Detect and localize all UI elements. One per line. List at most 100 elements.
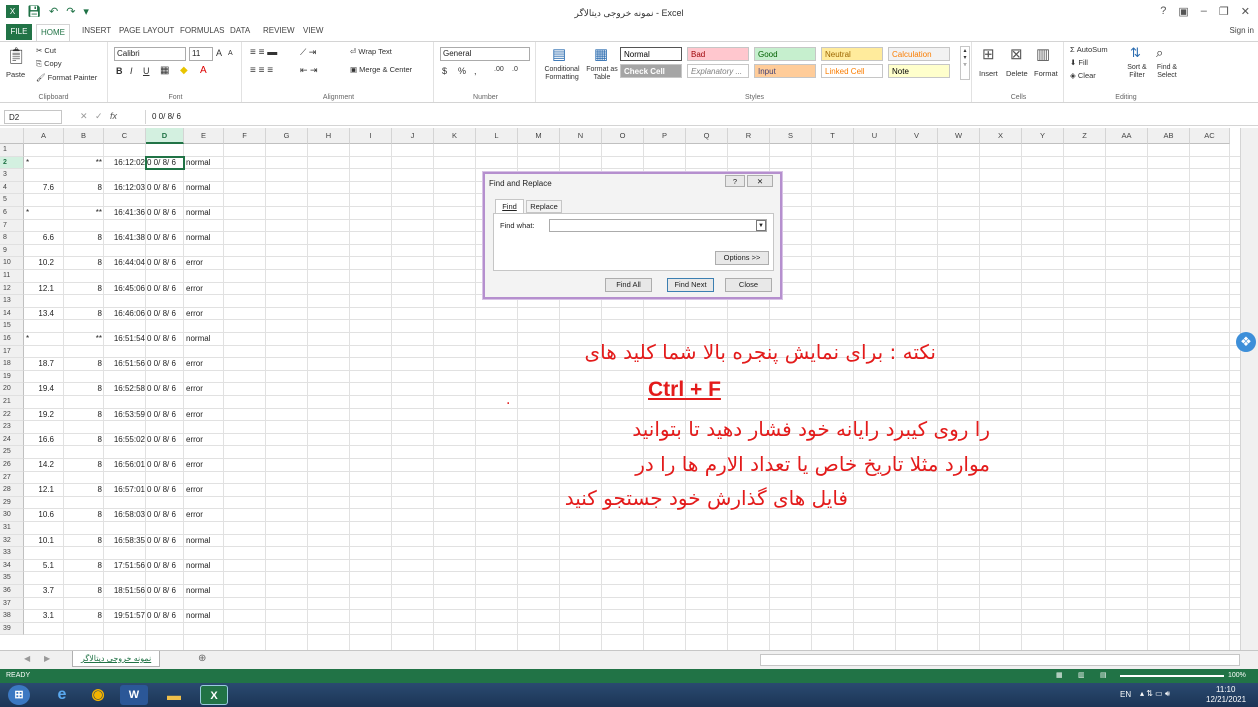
cell-b[interactable]: 8 — [64, 409, 104, 422]
column-header[interactable]: T — [812, 128, 854, 144]
currency-button[interactable]: $ — [442, 66, 447, 76]
merge-center-button[interactable]: ▣ Merge & Center — [350, 65, 412, 74]
align-top-icon[interactable]: ≡ ≡ ▬ — [250, 47, 277, 58]
format-as-table-button[interactable]: Format as Table — [586, 66, 618, 82]
excel-taskbar-icon[interactable]: X — [200, 685, 228, 705]
cell-c[interactable]: 18:51:56 — [104, 585, 146, 598]
row-header[interactable]: 17 — [0, 345, 24, 359]
row-header[interactable]: 13 — [0, 295, 24, 308]
row-header[interactable]: 25 — [0, 446, 24, 459]
dropbox-icon[interactable]: ❖ — [1236, 332, 1256, 352]
cell-e[interactable]: error — [184, 358, 224, 371]
column-header[interactable]: F — [224, 128, 266, 144]
cell-style-check-cell[interactable]: Check Cell — [620, 64, 682, 78]
cell-a[interactable]: 5.1 — [24, 560, 64, 573]
cell-b[interactable]: 8 — [64, 182, 104, 195]
dialog-close-x-button[interactable]: ✕ — [747, 175, 773, 187]
cell-e[interactable]: normal — [184, 333, 224, 346]
cell-e[interactable]: error — [184, 484, 224, 497]
cell-style-good[interactable]: Good — [754, 47, 816, 61]
column-header[interactable]: Y — [1022, 128, 1064, 144]
cell-d[interactable]: 0 0/ 8/ 6 — [146, 585, 184, 598]
insert-cells-icon[interactable]: ⊞ — [982, 45, 995, 63]
cell-b[interactable]: 8 — [64, 257, 104, 270]
cell-a[interactable]: 16.6 — [24, 434, 64, 447]
cell-c[interactable]: 16:44:04 — [104, 257, 146, 270]
font-name-select[interactable]: Calibri — [114, 47, 186, 61]
find-tab[interactable]: Find — [495, 199, 524, 213]
column-header[interactable]: O — [602, 128, 644, 144]
minimize-button[interactable]: – — [1201, 5, 1207, 18]
cell-a[interactable]: 19.4 — [24, 383, 64, 396]
cell-b[interactable]: 8 — [64, 459, 104, 472]
cell-e[interactable]: error — [184, 283, 224, 296]
row-header[interactable]: 11 — [0, 270, 24, 283]
cell-a[interactable]: 10.6 — [24, 509, 64, 522]
delete-cells-icon[interactable]: ⊠ — [1010, 45, 1023, 63]
cell-a[interactable]: 10.2 — [24, 257, 64, 270]
tab-insert[interactable]: INSERT — [82, 26, 111, 35]
format-painter-button[interactable]: 🖌︎ Format Painter — [36, 73, 97, 82]
row-header[interactable]: 21 — [0, 396, 24, 409]
sort-filter-button[interactable]: Sort & Filter — [1122, 64, 1152, 80]
cell-d[interactable]: 0 0/ 8/ 6 — [146, 383, 184, 396]
tab-review[interactable]: REVIEW — [263, 26, 295, 35]
cell-style-normal[interactable]: Normal — [620, 47, 682, 61]
cell-c[interactable]: 17:51:56 — [104, 560, 146, 573]
cell-e[interactable]: error — [184, 409, 224, 422]
cell-d[interactable]: 0 0/ 8/ 6 — [146, 283, 184, 296]
column-header[interactable]: W — [938, 128, 980, 144]
cell-c[interactable]: 16:12:02 — [104, 157, 146, 170]
zoom-slider[interactable] — [1120, 675, 1224, 677]
cell-d[interactable]: 0 0/ 8/ 6 — [146, 610, 184, 623]
row-header[interactable]: 38 — [0, 610, 24, 623]
percent-button[interactable]: % — [458, 66, 466, 76]
cell-c[interactable]: 16:52:58 — [104, 383, 146, 396]
row-header[interactable]: 12 — [0, 282, 24, 296]
column-header[interactable]: H — [308, 128, 350, 144]
row-header[interactable]: 19 — [0, 370, 24, 384]
row-header[interactable]: 16 — [0, 333, 24, 346]
cell-c[interactable]: 19:51:57 — [104, 610, 146, 623]
zoom-level[interactable]: 100% — [1228, 669, 1246, 683]
column-header[interactable]: D — [146, 128, 184, 144]
fill-button[interactable]: ⬇ Fill — [1070, 58, 1088, 67]
restore-button[interactable]: ❐ — [1219, 5, 1229, 18]
cell-d[interactable]: 0 0/ 8/ 6 — [146, 308, 184, 321]
cell-b[interactable]: 8 — [64, 383, 104, 396]
normal-view-icon[interactable]: ▦ — [1056, 669, 1063, 683]
font-size-select[interactable]: 11 — [189, 47, 213, 61]
cell-a[interactable]: * — [24, 207, 64, 220]
insert-button[interactable]: Insert — [979, 69, 998, 78]
column-header[interactable]: P — [644, 128, 686, 144]
cancel-formula-icon[interactable]: ✕ — [80, 111, 88, 122]
cell-c[interactable]: 16:51:56 — [104, 358, 146, 371]
cell-d[interactable]: 0 0/ 8/ 6 — [146, 333, 184, 346]
replace-tab[interactable]: Replace — [526, 200, 562, 213]
cell-a[interactable]: * — [24, 333, 64, 346]
cell-e[interactable]: error — [184, 383, 224, 396]
cell-d[interactable]: 0 0/ 8/ 6 — [146, 434, 184, 447]
grow-font-button[interactable]: A — [216, 48, 222, 58]
row-header[interactable]: 2 — [0, 156, 24, 170]
cell-a[interactable]: 7.6 — [24, 182, 64, 195]
cell-b[interactable]: 8 — [64, 434, 104, 447]
row-header[interactable]: 29 — [0, 496, 24, 510]
close-window-button[interactable]: ✕ — [1241, 5, 1250, 18]
column-header[interactable]: AB — [1148, 128, 1190, 144]
sort-filter-icon[interactable]: ⇅ — [1130, 45, 1141, 61]
row-header[interactable]: 18 — [0, 358, 24, 371]
cell-c[interactable]: 16:53:59 — [104, 409, 146, 422]
cell-b[interactable]: ** — [64, 207, 104, 220]
column-header[interactable]: G — [266, 128, 308, 144]
cell-d[interactable]: 0 0/ 8/ 6 — [146, 459, 184, 472]
tab-file[interactable]: FILE — [6, 24, 32, 40]
column-header[interactable]: V — [896, 128, 938, 144]
cell-b[interactable]: 8 — [64, 484, 104, 497]
column-header[interactable]: L — [476, 128, 518, 144]
ribbon-display-options-icon[interactable]: ▣ — [1178, 5, 1188, 18]
column-header[interactable]: R — [728, 128, 770, 144]
options-button[interactable]: Options >> — [715, 251, 769, 265]
start-button-icon[interactable]: ⊞ — [8, 685, 30, 705]
format-cells-icon[interactable]: ▥ — [1036, 45, 1050, 63]
